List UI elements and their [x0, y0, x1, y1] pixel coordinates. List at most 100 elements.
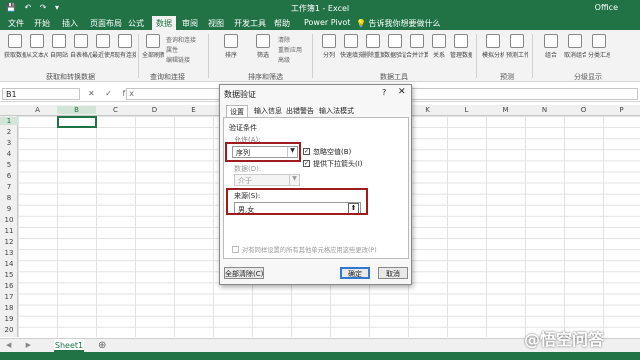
row-header[interactable]: 7	[0, 183, 18, 191]
office-account[interactable]: Office	[595, 3, 618, 12]
forecast-sheet-icon[interactable]	[510, 34, 524, 48]
tab-insert[interactable]: 插入	[62, 18, 78, 29]
row-header[interactable]: 2	[0, 128, 18, 136]
row-header[interactable]: 6	[0, 172, 18, 180]
tab-settings[interactable]: 设置	[226, 105, 248, 117]
row-header[interactable]: 1	[0, 117, 18, 125]
text-to-columns-icon[interactable]	[322, 34, 336, 48]
tab-view[interactable]: 视图	[208, 18, 224, 29]
relationships-button[interactable]: 关系	[428, 50, 450, 59]
get-data-button[interactable]: 获取数据	[4, 50, 26, 59]
data-validation-button[interactable]: 数据验证	[384, 50, 406, 59]
row-header[interactable]: 11	[0, 227, 18, 235]
row-header[interactable]: 3	[0, 139, 18, 147]
subtotal-button[interactable]: 分类汇总	[588, 50, 610, 59]
row-header[interactable]: 10	[0, 216, 18, 224]
tab-input-message[interactable]: 输入信息	[251, 105, 285, 117]
from-text-csv-button[interactable]: 从文本/CSV	[26, 50, 48, 59]
remove-duplicates-icon[interactable]	[366, 34, 380, 48]
column-header[interactable]: O	[564, 106, 603, 114]
column-header[interactable]: N	[525, 106, 564, 114]
clear-all-button[interactable]: 全部清除(C)	[224, 267, 264, 279]
tab-file[interactable]: 文件	[8, 18, 24, 29]
row-header[interactable]: 5	[0, 161, 18, 169]
name-box[interactable]: B1	[2, 88, 80, 100]
recent-sources-button[interactable]: 最近使用的源	[92, 50, 114, 59]
properties-button[interactable]: 属性	[166, 45, 178, 54]
tab-ime-mode[interactable]: 输入法模式	[316, 105, 357, 117]
table-range-icon[interactable]	[74, 34, 88, 48]
sort-button[interactable]: 排序	[220, 50, 242, 59]
existing-connections-button[interactable]: 现有连接	[114, 50, 136, 59]
tab-help[interactable]: 帮助	[274, 18, 290, 29]
sheet-nav-arrows[interactable]: ◀ ▶	[6, 341, 37, 349]
consolidate-button[interactable]: 合并计算	[406, 50, 428, 59]
flash-fill-button[interactable]: 快速填充	[340, 50, 362, 59]
column-header[interactable]: L	[447, 106, 486, 114]
selected-cell-b1[interactable]	[57, 116, 97, 128]
subtotal-icon[interactable]	[592, 34, 606, 48]
tab-home[interactable]: 开始	[34, 18, 50, 29]
apply-all-checkbox[interactable]	[232, 246, 239, 253]
sheet-tab-sheet1[interactable]: Sheet1	[54, 339, 84, 352]
what-if-button[interactable]: 模拟分析	[482, 50, 504, 59]
tab-power-pivot[interactable]: Power Pivot	[304, 18, 350, 27]
data-model-icon[interactable]	[454, 34, 468, 48]
from-table-button[interactable]: 自表格/区域	[70, 50, 92, 59]
column-header[interactable]: D	[135, 106, 174, 114]
consolidate-icon[interactable]	[410, 34, 424, 48]
column-header[interactable]: A	[18, 106, 57, 114]
ok-button[interactable]: 确定	[340, 267, 370, 279]
add-sheet-icon[interactable]: ⊕	[98, 340, 106, 351]
advanced-filter-button[interactable]: 高级	[278, 55, 290, 64]
tab-review[interactable]: 审阅	[182, 18, 198, 29]
filter-icon[interactable]	[256, 34, 270, 48]
existing-connections-icon[interactable]	[118, 34, 132, 48]
tab-developer[interactable]: 开发工具	[234, 18, 266, 29]
tab-formulas[interactable]: 公式	[128, 18, 144, 29]
get-data-icon[interactable]	[8, 34, 22, 48]
group-icon[interactable]	[544, 34, 558, 48]
data-validation-icon[interactable]	[388, 34, 402, 48]
ungroup-button[interactable]: 取消组合	[564, 50, 586, 59]
row-header[interactable]: 9	[0, 205, 18, 213]
column-header[interactable]: K	[408, 106, 447, 114]
column-header[interactable]: B	[57, 106, 96, 114]
column-header[interactable]: E	[174, 106, 213, 114]
row-header[interactable]: 8	[0, 194, 18, 202]
column-header[interactable]: C	[96, 106, 135, 114]
text-to-columns-button[interactable]: 分列	[318, 50, 340, 59]
help-icon[interactable]: ?	[382, 88, 386, 97]
in-cell-dropdown-checkbox[interactable]: ✓	[303, 160, 310, 167]
from-web-button[interactable]: 自网站	[48, 50, 70, 59]
ungroup-icon[interactable]	[568, 34, 582, 48]
row-header[interactable]: 14	[0, 260, 18, 268]
tab-data[interactable]: 数据	[152, 16, 176, 30]
text-csv-icon[interactable]	[30, 34, 44, 48]
relationships-icon[interactable]	[432, 34, 446, 48]
cancel-button[interactable]: 取消	[378, 267, 408, 279]
web-icon[interactable]	[52, 34, 66, 48]
forecast-sheet-button[interactable]: 预测工作表	[506, 50, 528, 59]
tell-me-search[interactable]: 💡 告诉我你想要做什么	[356, 18, 441, 29]
flash-fill-icon[interactable]	[344, 34, 358, 48]
filter-button[interactable]: 筛选	[252, 50, 274, 59]
close-icon[interactable]: ✕	[398, 87, 406, 97]
edit-links-button[interactable]: 编辑链接	[166, 55, 190, 64]
row-header[interactable]: 16	[0, 282, 18, 290]
row-header[interactable]: 19	[0, 315, 18, 323]
manage-data-model-button[interactable]: 管理数据模型	[450, 50, 472, 59]
group-button[interactable]: 组合	[540, 50, 562, 59]
row-header[interactable]: 18	[0, 304, 18, 312]
reapply-button[interactable]: 重新应用	[278, 45, 302, 54]
row-header[interactable]: 13	[0, 249, 18, 257]
queries-connections-button[interactable]: 查询和连接	[166, 35, 196, 44]
what-if-icon[interactable]	[486, 34, 500, 48]
sort-icon[interactable]	[224, 34, 238, 48]
refresh-all-button[interactable]: 全部刷新	[142, 50, 164, 59]
tab-page-layout[interactable]: 页面布局	[90, 18, 122, 29]
row-header[interactable]: 4	[0, 150, 18, 158]
tab-error-alert[interactable]: 出错警告	[283, 105, 317, 117]
refresh-all-icon[interactable]	[146, 34, 160, 48]
clear-filter-button[interactable]: 清除	[278, 35, 290, 44]
